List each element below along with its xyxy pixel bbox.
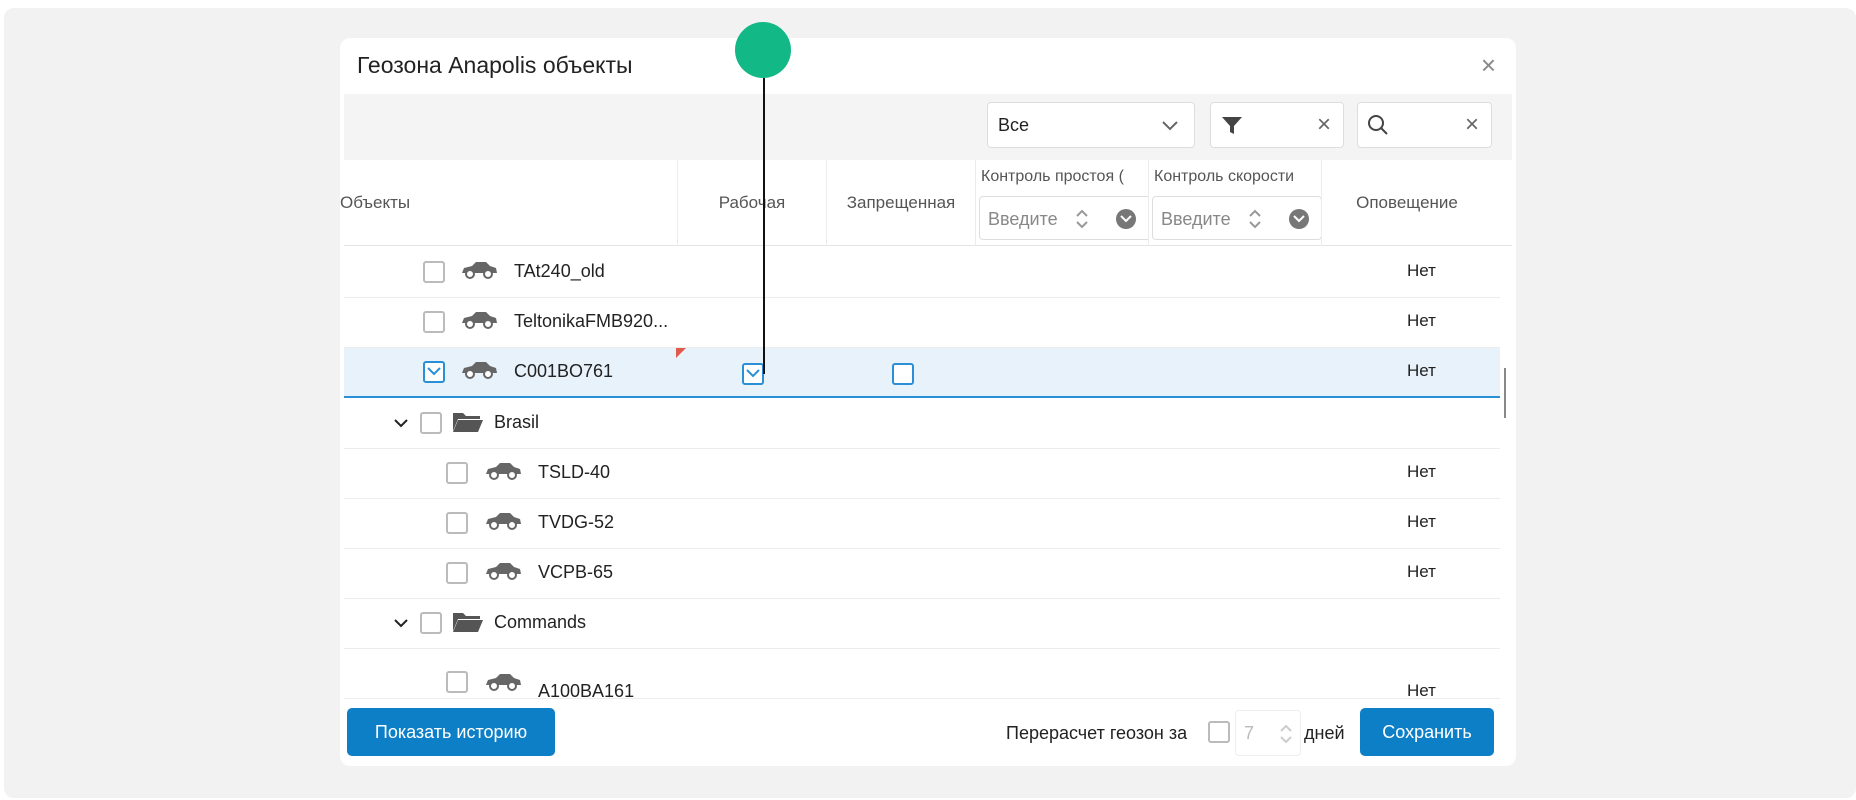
row-checkbox[interactable]	[423, 311, 445, 333]
visibility-filter-select[interactable]: Все	[987, 102, 1195, 148]
column-header-idle-control: Контроль простоя ( Введите	[976, 160, 1149, 246]
car-icon	[460, 311, 498, 334]
row-checkbox[interactable]	[423, 261, 445, 283]
column-header-speed-control: Контроль скорости Введите	[1149, 160, 1322, 246]
table-row[interactable]: A100BA161 Нет	[344, 649, 1500, 701]
object-name: TAt240_old	[514, 261, 605, 281]
car-icon	[484, 512, 522, 535]
clear-filter-icon[interactable]: ×	[1317, 111, 1331, 139]
spinner-icon[interactable]	[1245, 206, 1265, 237]
notify-value: Нет	[1407, 261, 1436, 280]
table-row[interactable]: TSLD-40 Нет	[344, 449, 1500, 499]
object-name: TVDG-52	[538, 512, 615, 532]
geozone-objects-dialog: Геозона Anapolis объекты × Все × × Объек…	[340, 38, 1516, 766]
table-row[interactable]: VCPB-65 Нет	[344, 549, 1500, 599]
object-name: TSLD-40	[538, 462, 611, 482]
group-checkbox[interactable]	[420, 412, 442, 434]
speed-control-label: Контроль скорости	[1154, 168, 1295, 185]
speed-control-placeholder: Введите	[1161, 209, 1231, 229]
notify-value: Нет	[1407, 361, 1436, 380]
recalc-checkbox[interactable]	[1208, 721, 1230, 743]
vertical-scrollbar[interactable]	[1501, 248, 1510, 726]
dropdown-circle-icon[interactable]	[1116, 209, 1136, 229]
object-name: TeltonikaFMB920...	[514, 311, 669, 331]
car-icon	[460, 261, 498, 284]
group-name: Commands	[494, 612, 587, 632]
notify-value: Нет	[1407, 512, 1436, 531]
toolbar: Все × ×	[344, 94, 1512, 160]
column-header-work[interactable]: Рабочая	[678, 160, 827, 246]
expand-chevron-icon[interactable]	[392, 614, 410, 637]
annotation-dot	[735, 22, 791, 78]
object-name: C001BO761	[514, 361, 614, 381]
dialog-footer: Показать историю Перерасчет геозон за 7 …	[340, 708, 1516, 766]
row-checkbox[interactable]	[446, 671, 468, 693]
speed-control-input[interactable]: Введите	[1152, 196, 1321, 240]
recalc-label: Перерасчет геозон за	[1006, 723, 1188, 743]
car-icon	[484, 673, 522, 696]
dialog-title: Геозона Anapolis объекты	[357, 52, 633, 78]
idle-control-input[interactable]: Введите	[979, 196, 1148, 240]
close-icon[interactable]: ×	[1481, 52, 1496, 78]
work-zone-checkbox[interactable]	[742, 363, 764, 385]
group-row[interactable]: Commands	[344, 599, 1500, 649]
clear-search-icon[interactable]: ×	[1465, 111, 1479, 139]
table-row[interactable]: TeltonikaFMB920... Нет	[344, 298, 1500, 348]
group-row[interactable]: Brasil	[344, 399, 1500, 449]
show-history-button[interactable]: Показать историю	[347, 708, 555, 756]
notify-value: Нет	[1407, 681, 1436, 700]
search-icon	[1366, 113, 1390, 142]
notify-value: Нет	[1407, 562, 1436, 581]
car-icon	[460, 361, 498, 384]
table-header: Объекты Рабочая Запрещенная Контроль про…	[340, 160, 1512, 246]
annotation-pointer-line	[763, 78, 765, 374]
group-name: Brasil	[494, 412, 540, 432]
row-checkbox[interactable]	[446, 462, 468, 484]
folder-icon	[452, 410, 484, 439]
edited-marker	[676, 348, 686, 358]
object-name: VCPB-65	[538, 562, 614, 582]
row-checkbox[interactable]	[446, 562, 468, 584]
search-input[interactable]: ×	[1357, 102, 1492, 148]
row-checkbox-checked[interactable]	[423, 361, 445, 383]
notify-value: Нет	[1407, 462, 1436, 481]
idle-control-label: Контроль простоя (	[981, 168, 1124, 185]
chevron-down-icon	[1158, 113, 1182, 142]
recalc-days-input[interactable]: 7	[1235, 710, 1301, 756]
column-header-forbidden[interactable]: Запрещенная	[827, 160, 976, 246]
visibility-filter-value: Все	[998, 115, 1030, 135]
car-icon	[484, 462, 522, 485]
forbidden-zone-checkbox[interactable]	[892, 363, 914, 385]
column-header-notify[interactable]: Оповещение	[1322, 160, 1492, 246]
spinner-icon[interactable]	[1276, 721, 1296, 752]
save-button[interactable]: Сохранить	[1360, 708, 1494, 756]
column-filter[interactable]: ×	[1210, 102, 1344, 148]
spinner-icon[interactable]	[1072, 206, 1092, 237]
scrollbar-thumb[interactable]	[1504, 368, 1506, 418]
expand-chevron-icon[interactable]	[392, 414, 410, 437]
idle-control-placeholder: Введите	[988, 209, 1058, 229]
filter-icon	[1221, 116, 1243, 141]
column-header-objects[interactable]: Объекты	[340, 160, 678, 246]
row-checkbox[interactable]	[446, 512, 468, 534]
folder-icon	[452, 610, 484, 639]
table-row[interactable]: TVDG-52 Нет	[344, 499, 1500, 549]
object-name: A100BA161	[538, 681, 635, 701]
table-row[interactable]: TAt240_old Нет	[344, 248, 1500, 298]
dropdown-circle-icon[interactable]	[1289, 209, 1309, 229]
days-label: дней	[1304, 723, 1345, 743]
car-icon	[484, 562, 522, 585]
objects-table-body: TAt240_old Нет TeltonikaFMB920... Нет C0…	[344, 248, 1500, 726]
group-checkbox[interactable]	[420, 612, 442, 634]
table-row-selected[interactable]: C001BO761 Нет	[344, 348, 1500, 398]
recalc-days-value: 7	[1244, 723, 1255, 743]
notify-value: Нет	[1407, 311, 1436, 330]
